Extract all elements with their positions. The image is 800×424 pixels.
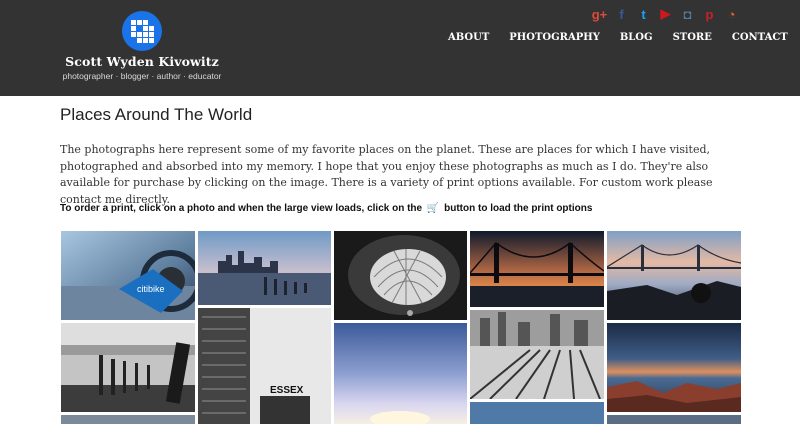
intro-paragraph: The photographs here represent some of m… (60, 143, 713, 206)
order-text-before: To order a print, click on a photo and w… (60, 203, 423, 214)
photo-essex-building[interactable]: ESSEX (198, 308, 331, 424)
nav-blog[interactable]: BLOG (620, 32, 653, 43)
photo-bridge-waterfront[interactable] (607, 231, 741, 320)
page-title: Places Around The World (60, 105, 253, 124)
photo-bridge-silhouette[interactable] (470, 231, 604, 307)
nav-contact[interactable]: CONTACT (732, 32, 788, 43)
twitter-icon[interactable]: t (636, 6, 651, 22)
order-text-after: button to load the print options (444, 203, 593, 214)
main-nav: ABOUT PHOTOGRAPHY BLOG STORE CONTACT (448, 32, 788, 43)
photo-oculus-dome[interactable] (334, 231, 467, 320)
instagram-icon[interactable]: ◘ (680, 6, 695, 22)
photo-citibike[interactable]: citibike (61, 231, 195, 320)
photo-partial-2[interactable] (470, 402, 604, 424)
order-instructions: To order a print, click on a photo and w… (60, 203, 592, 214)
pinterest-icon[interactable]: p (702, 6, 717, 22)
facebook-icon[interactable]: f (614, 6, 629, 22)
photo-sea-sunset[interactable] (334, 323, 467, 424)
cart-icon: 🛒 (426, 203, 440, 214)
nav-store[interactable]: STORE (673, 32, 712, 43)
photo-rocky-coast[interactable] (607, 323, 741, 412)
google-plus-icon[interactable]: g+ (592, 6, 608, 22)
photo-partial-3[interactable] (607, 415, 741, 424)
essex-text: ESSEX (270, 385, 304, 396)
nav-about[interactable]: ABOUT (448, 32, 489, 43)
youtube-icon[interactable]: ▶ (658, 6, 673, 22)
photo-skyline-sunset[interactable] (198, 231, 331, 305)
social-links: g+ f t ▶ ◘ p ◔ (592, 6, 739, 22)
rss-icon[interactable]: ◔ (724, 6, 739, 22)
photo-partial-1[interactable] (61, 415, 195, 424)
citibike-text: citibike (137, 284, 165, 294)
photo-pier-posts[interactable] (61, 323, 195, 412)
site-tagline: photographer · blogger · author · educat… (62, 71, 222, 81)
photo-rail-yard[interactable] (470, 310, 604, 399)
logo-icon[interactable] (122, 11, 162, 51)
nav-photography[interactable]: PHOTOGRAPHY (509, 32, 600, 43)
site-name[interactable]: Scott Wyden Kivowitz (0, 54, 284, 69)
site-header: Scott Wyden Kivowitz photographer · blog… (0, 0, 800, 96)
